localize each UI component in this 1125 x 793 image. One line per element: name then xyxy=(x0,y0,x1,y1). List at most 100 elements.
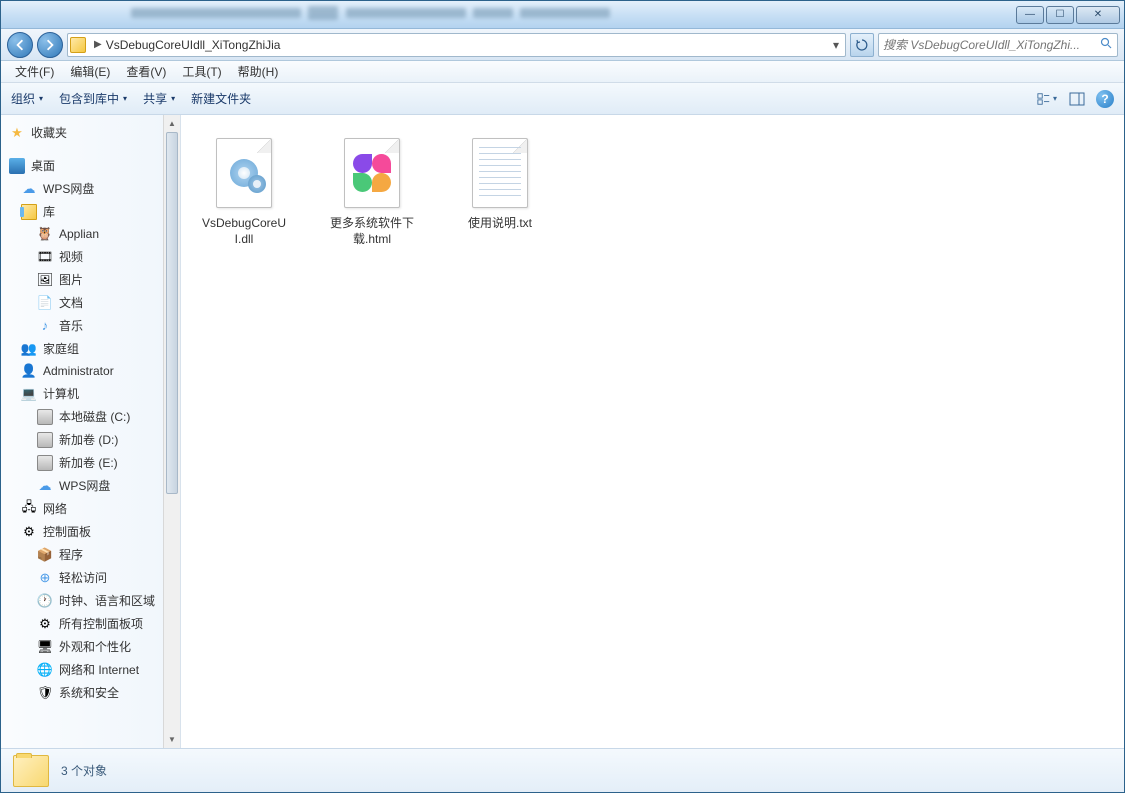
menu-file[interactable]: 文件(F) xyxy=(7,61,62,82)
disk-icon xyxy=(37,409,53,425)
sidebar-disk-c[interactable]: 本地磁盘 (C:) xyxy=(1,405,163,428)
file-name: VsDebugCoreUI.dll xyxy=(200,216,288,247)
sidebar-music[interactable]: ♪音乐 xyxy=(1,314,163,337)
path-chevron-icon[interactable]: ▶ xyxy=(94,39,102,50)
sidebar-controlpanel[interactable]: ⚙控制面板 xyxy=(1,520,163,543)
netinternet-icon: 🌐 xyxy=(37,662,53,678)
video-icon: 🎞 xyxy=(37,249,53,265)
picture-icon: 🖼 xyxy=(37,272,53,288)
sidebar-favorites[interactable]: ★收藏夹 xyxy=(1,121,163,144)
menubar: 文件(F) 编辑(E) 查看(V) 工具(T) 帮助(H) xyxy=(1,61,1124,83)
sidebar-allcp[interactable]: ⚙所有控制面板项 xyxy=(1,612,163,635)
sidebar-desktop[interactable]: 桌面 xyxy=(1,154,163,177)
disk-icon xyxy=(37,455,53,471)
menu-edit[interactable]: 编辑(E) xyxy=(62,61,118,82)
folder-status-icon xyxy=(13,755,49,787)
sidebar-programs[interactable]: 📦程序 xyxy=(1,543,163,566)
document-icon: 📄 xyxy=(37,295,53,311)
scroll-up-icon[interactable]: ▲ xyxy=(164,115,180,132)
view-options-button[interactable]: ▾ xyxy=(1036,89,1058,109)
file-item-dll[interactable]: VsDebugCoreUI.dll xyxy=(195,129,293,252)
controlpanel-icon: ⚙ xyxy=(21,524,37,540)
cloud-icon: ☁ xyxy=(37,478,53,494)
body: ★收藏夹 桌面 ☁WPS网盘 库 🦉Applian 🎞视频 🖼图片 📄文档 ♪音… xyxy=(1,115,1124,748)
share-button[interactable]: 共享▾ xyxy=(143,90,175,107)
sidebar-network[interactable]: 🖧网络 xyxy=(1,497,163,520)
appearance-icon: 🖥 xyxy=(37,639,53,655)
search-icon[interactable] xyxy=(1100,37,1113,53)
address-path: VsDebugCoreUIdll_XiTongZhiJia xyxy=(106,38,281,52)
sidebar-wps2[interactable]: ☁WPS网盘 xyxy=(1,474,163,497)
html-file-icon xyxy=(337,134,407,212)
toolbar: 组织▾ 包含到库中▾ 共享▾ 新建文件夹 ▾ ? xyxy=(1,83,1124,115)
sidebar-disk-e[interactable]: 新加卷 (E:) xyxy=(1,451,163,474)
sidebar-admin[interactable]: 👤Administrator xyxy=(1,360,163,382)
sidebar-clock[interactable]: 🕐时钟、语言和区域 xyxy=(1,589,163,612)
homegroup-icon: 👥 xyxy=(21,341,37,357)
sidebar-homegroup[interactable]: 👥家庭组 xyxy=(1,337,163,360)
syssec-icon: 🛡 xyxy=(37,685,53,701)
address-field[interactable]: ▶ VsDebugCoreUIdll_XiTongZhiJia ▾ xyxy=(67,33,846,57)
sidebar-ease[interactable]: ⊕轻松访问 xyxy=(1,566,163,589)
file-list[interactable]: VsDebugCoreUI.dll 更多系统软件下载.html xyxy=(181,115,1124,748)
sidebar-netinternet[interactable]: 🌐网络和 Internet xyxy=(1,658,163,681)
help-button[interactable]: ? xyxy=(1096,90,1114,108)
menu-help[interactable]: 帮助(H) xyxy=(230,61,287,82)
minimize-button[interactable]: — xyxy=(1016,6,1044,24)
menu-view[interactable]: 查看(V) xyxy=(118,61,174,82)
library-icon xyxy=(21,204,37,220)
dll-file-icon xyxy=(209,134,279,212)
owl-icon: 🦉 xyxy=(37,226,53,242)
network-icon: 🖧 xyxy=(21,501,37,517)
ease-icon: ⊕ xyxy=(37,570,53,586)
explorer-window: — ☐ ✕ ▶ VsDebugCoreUIdll_XiTongZhiJia ▾ xyxy=(0,0,1125,793)
search-box[interactable] xyxy=(878,33,1118,57)
address-dropdown[interactable]: ▾ xyxy=(829,38,843,52)
file-item-html[interactable]: 更多系统软件下载.html xyxy=(323,129,421,252)
star-icon: ★ xyxy=(9,125,25,141)
desktop-icon xyxy=(9,158,25,174)
sidebar-applian[interactable]: 🦉Applian xyxy=(1,223,163,245)
scroll-down-icon[interactable]: ▼ xyxy=(164,731,180,748)
forward-button[interactable] xyxy=(37,32,63,58)
statusbar: 3 个对象 xyxy=(1,748,1124,792)
sidebar-computer[interactable]: 💻计算机 xyxy=(1,382,163,405)
menu-tools[interactable]: 工具(T) xyxy=(174,61,229,82)
sidebar-wps[interactable]: ☁WPS网盘 xyxy=(1,177,163,200)
refresh-button[interactable] xyxy=(850,33,874,57)
txt-file-icon xyxy=(465,134,535,212)
title-blur xyxy=(131,5,924,23)
file-name: 使用说明.txt xyxy=(468,216,532,232)
address-bar: ▶ VsDebugCoreUIdll_XiTongZhiJia ▾ xyxy=(1,29,1124,61)
cloud-icon: ☁ xyxy=(21,181,37,197)
music-icon: ♪ xyxy=(37,318,53,334)
include-library-button[interactable]: 包含到库中▾ xyxy=(59,90,127,107)
preview-pane-button[interactable] xyxy=(1066,89,1088,109)
folder-icon xyxy=(70,37,86,53)
allcp-icon: ⚙ xyxy=(37,616,53,632)
disk-icon xyxy=(37,432,53,448)
sidebar-libraries[interactable]: 库 xyxy=(1,200,163,223)
file-name: 更多系统软件下载.html xyxy=(328,216,416,247)
back-button[interactable] xyxy=(7,32,33,58)
user-icon: 👤 xyxy=(21,363,37,379)
scrollbar[interactable]: ▲ ▼ xyxy=(163,115,180,748)
sidebar: ★收藏夹 桌面 ☁WPS网盘 库 🦉Applian 🎞视频 🖼图片 📄文档 ♪音… xyxy=(1,115,181,748)
clock-icon: 🕐 xyxy=(37,593,53,609)
sidebar-documents[interactable]: 📄文档 xyxy=(1,291,163,314)
organize-button[interactable]: 组织▾ xyxy=(11,90,43,107)
search-input[interactable] xyxy=(883,38,1100,52)
titlebar[interactable]: — ☐ ✕ xyxy=(1,1,1124,29)
file-item-txt[interactable]: 使用说明.txt xyxy=(451,129,549,252)
sidebar-disk-d[interactable]: 新加卷 (D:) xyxy=(1,428,163,451)
new-folder-button[interactable]: 新建文件夹 xyxy=(191,90,251,107)
sidebar-syssec[interactable]: 🛡系统和安全 xyxy=(1,681,163,704)
maximize-button[interactable]: ☐ xyxy=(1046,6,1074,24)
programs-icon: 📦 xyxy=(37,547,53,563)
status-text: 3 个对象 xyxy=(61,762,107,779)
sidebar-appearance[interactable]: 🖥外观和个性化 xyxy=(1,635,163,658)
close-button[interactable]: ✕ xyxy=(1076,6,1120,24)
computer-icon: 💻 xyxy=(21,386,37,402)
sidebar-videos[interactable]: 🎞视频 xyxy=(1,245,163,268)
sidebar-pictures[interactable]: 🖼图片 xyxy=(1,268,163,291)
